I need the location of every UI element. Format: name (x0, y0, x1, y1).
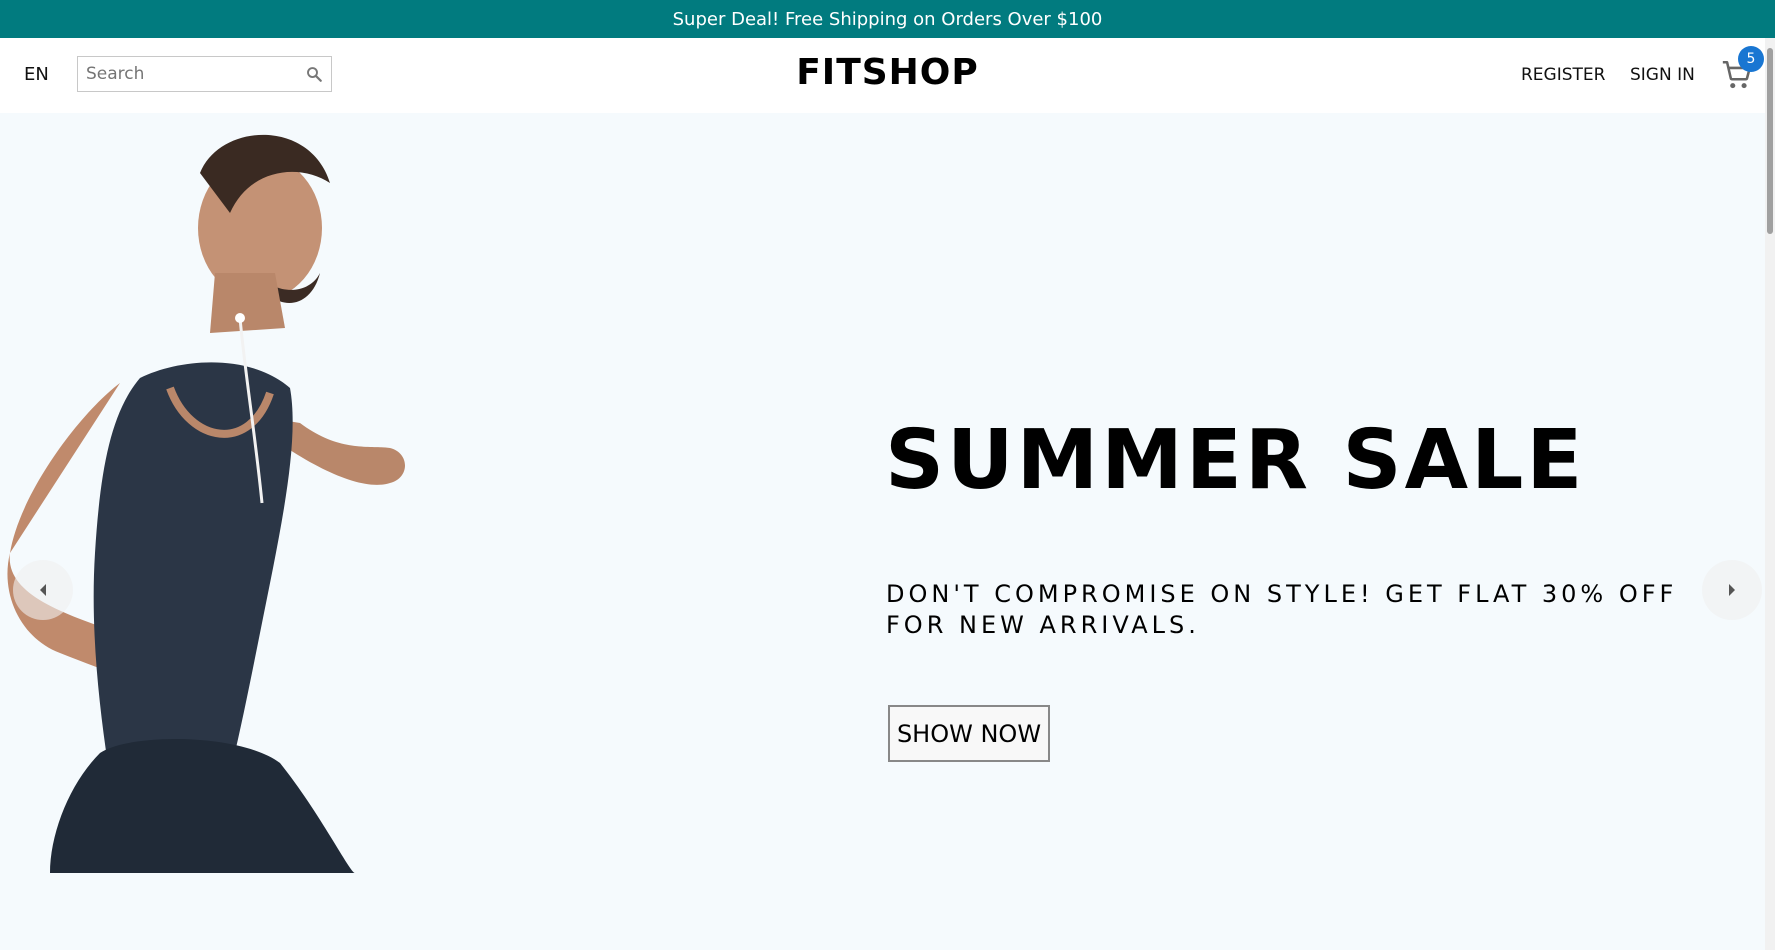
register-link[interactable]: REGISTER (1521, 65, 1605, 85)
announcement-text: Super Deal! Free Shipping on Orders Over… (672, 8, 1103, 30)
hero-title: SUMMER SALE (885, 413, 1586, 508)
header: EN FITSHOP REGISTER SIGN IN 5 (0, 38, 1775, 113)
page: Super Deal! Free Shipping on Orders Over… (0, 0, 1775, 950)
chevron-right-icon (1729, 584, 1735, 596)
announcement-bar: Super Deal! Free Shipping on Orders Over… (0, 0, 1775, 38)
scrollbar-thumb[interactable] (1767, 48, 1773, 234)
hero-description: DON'T COMPROMISE ON STYLE! GET FLAT 30% … (886, 580, 1678, 639)
chevron-left-icon (40, 584, 46, 596)
signin-link[interactable]: SIGN IN (1630, 65, 1695, 85)
logo[interactable]: FITSHOP (796, 52, 979, 93)
search-box (77, 56, 332, 92)
scrollbar[interactable] (1765, 38, 1775, 950)
search-icon[interactable] (305, 65, 323, 83)
slider-next-button[interactable] (1702, 560, 1762, 620)
language-selector[interactable]: EN (24, 64, 49, 85)
slider-prev-button[interactable] (13, 560, 73, 620)
hero-slider: SUMMER SALE DON'T COMPROMISE ON STYLE! G… (0, 113, 1775, 950)
search-input[interactable] (86, 57, 291, 91)
show-now-button[interactable]: SHOW NOW (888, 705, 1050, 762)
hero-runner-image (7, 134, 405, 873)
cart-badge: 5 (1738, 46, 1764, 72)
